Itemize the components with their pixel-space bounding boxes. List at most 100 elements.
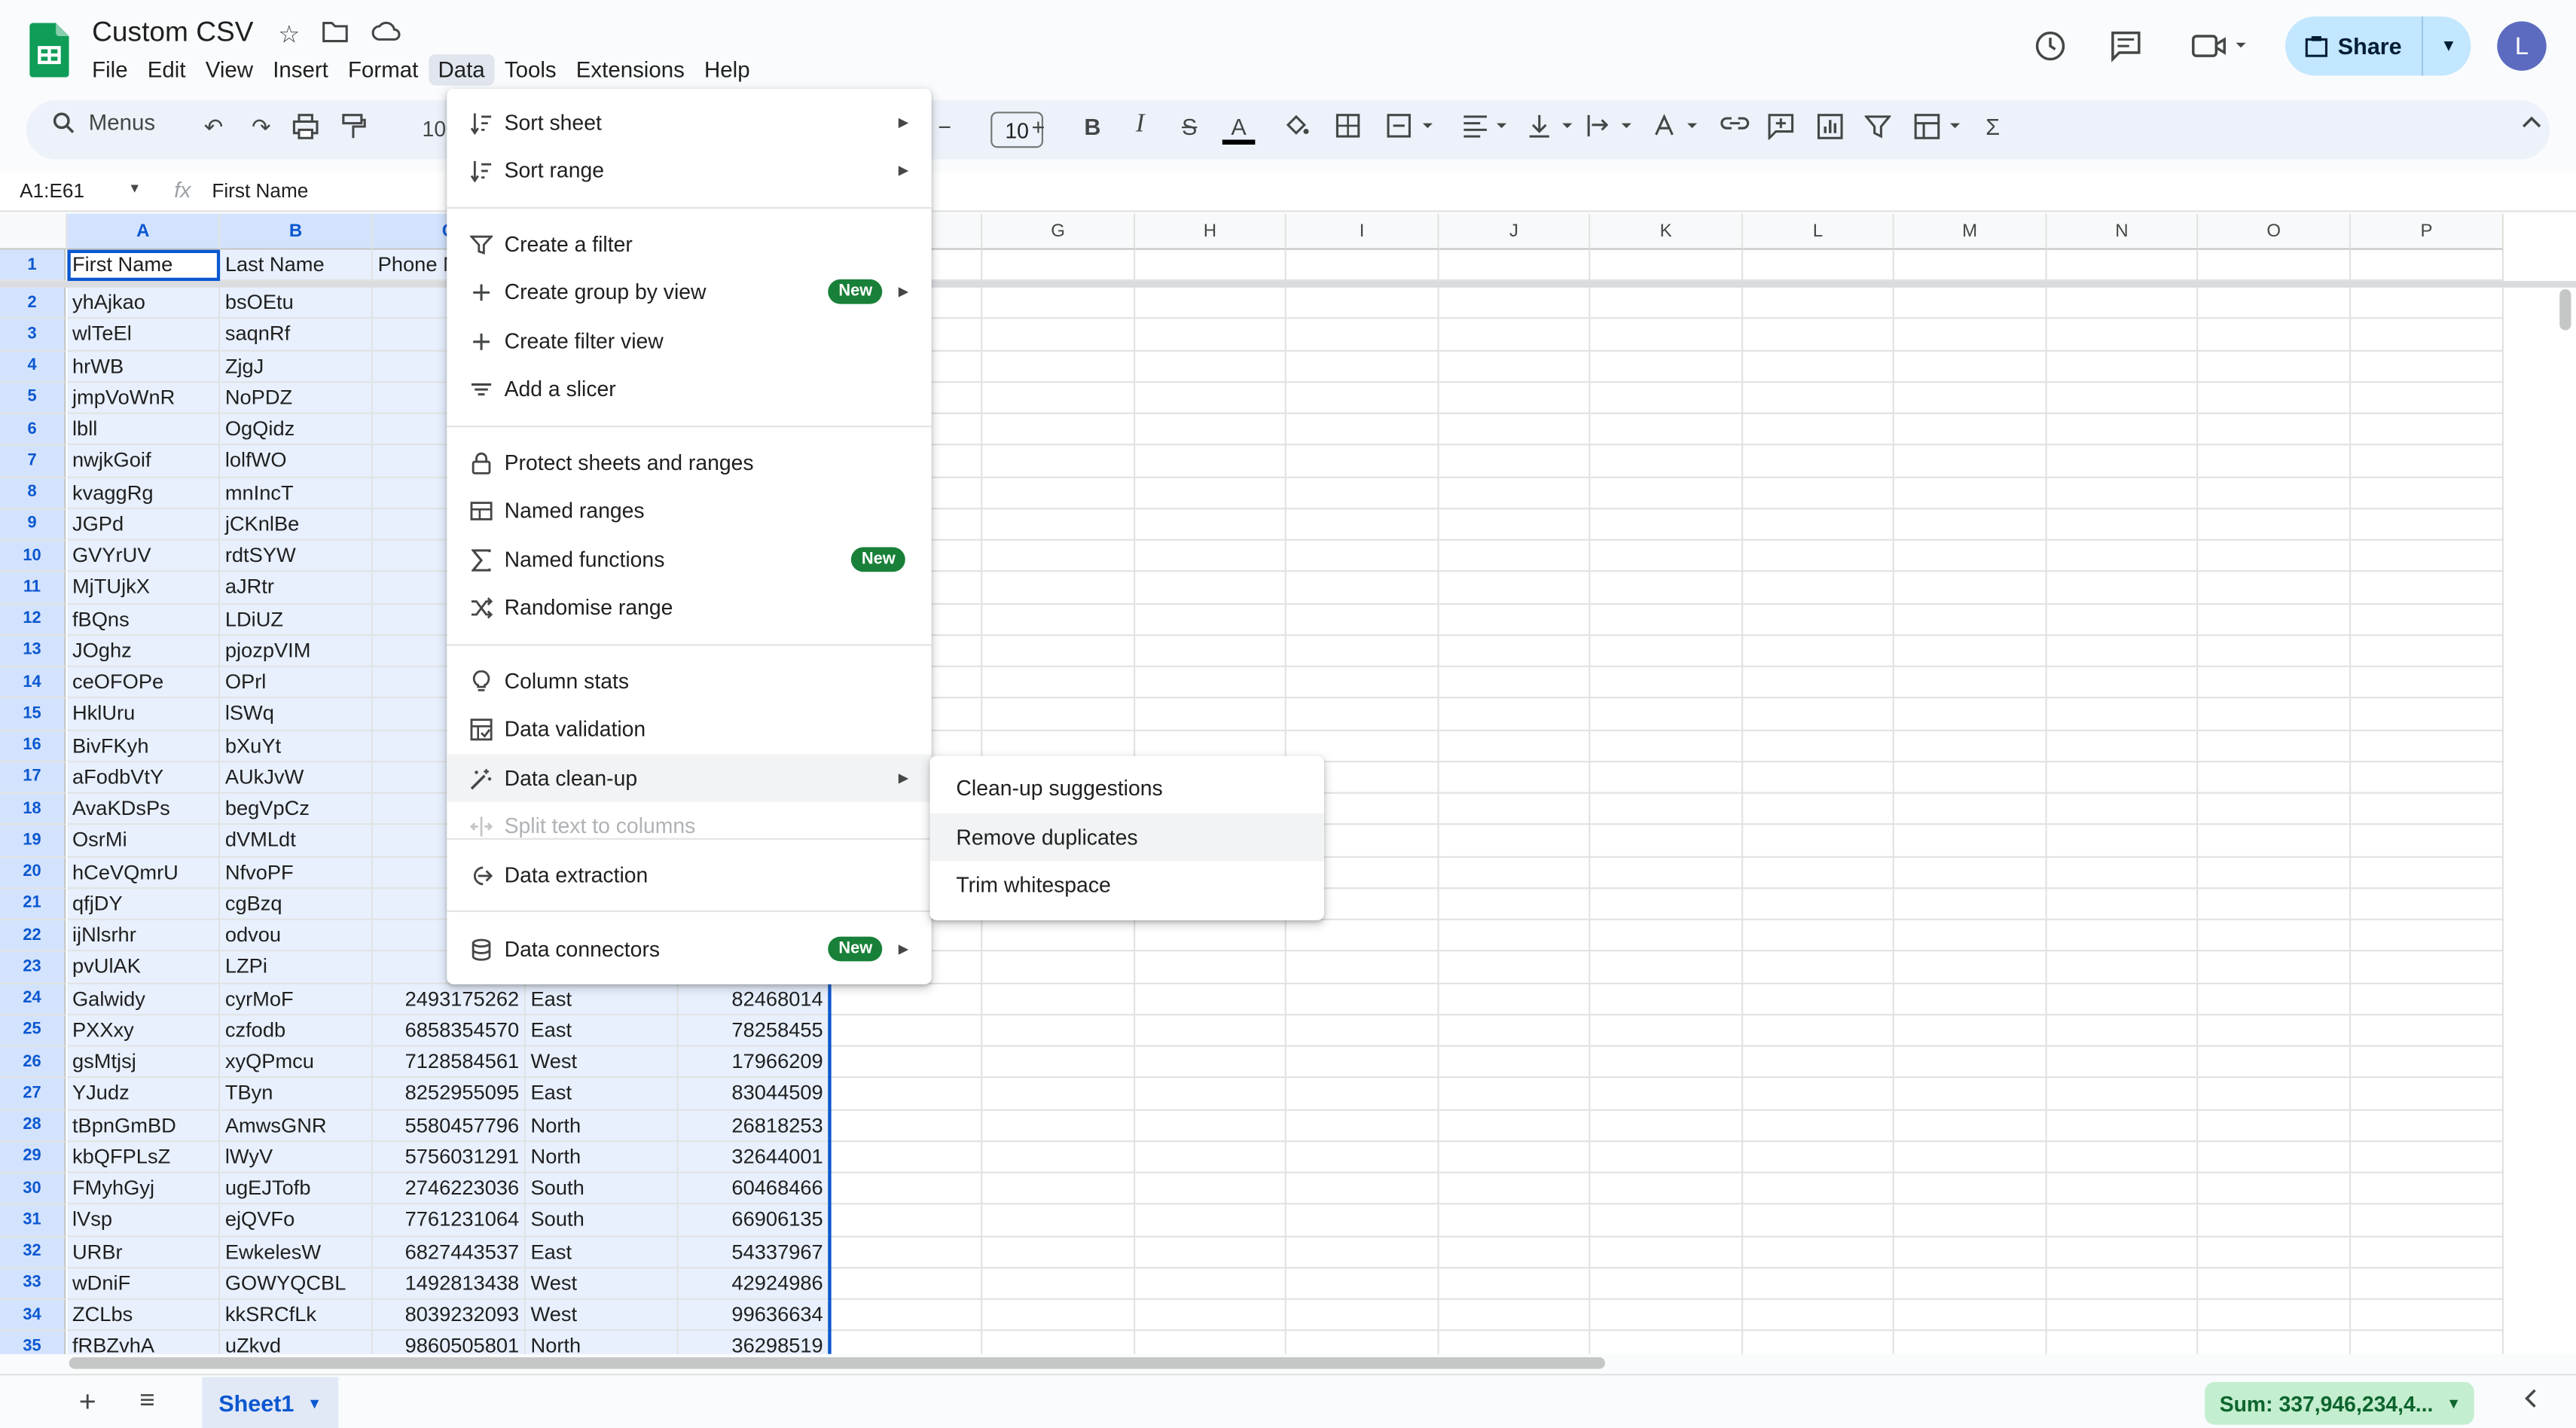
table-cell[interactable] [2046, 572, 2199, 604]
table-cell[interactable] [1286, 1236, 1439, 1268]
table-cell[interactable] [982, 667, 1136, 699]
table-cell[interactable] [1590, 761, 1744, 794]
table-cell[interactable] [1286, 1173, 1439, 1205]
table-cell[interactable] [2351, 572, 2504, 604]
table-cell[interactable]: lolfWO [220, 445, 374, 478]
table-cell[interactable] [2046, 287, 2199, 319]
table-cell[interactable]: South [525, 1204, 679, 1237]
table-cell[interactable] [2046, 540, 2199, 572]
table-cell[interactable]: 82468014 [678, 983, 830, 1015]
table-cell[interactable]: jmpVoWnR [67, 382, 221, 414]
table-cell[interactable] [1590, 888, 1744, 920]
table-cell[interactable]: fBQns [67, 603, 221, 636]
row-header[interactable]: 26 [0, 1046, 66, 1079]
menu-format[interactable]: Format [338, 54, 428, 85]
table-cell[interactable] [1135, 382, 1286, 414]
row-header[interactable]: 10 [0, 540, 66, 572]
table-cell[interactable] [1439, 572, 1591, 604]
sheets-logo-icon[interactable] [29, 23, 69, 78]
table-cell[interactable] [1743, 888, 1894, 920]
column-header-o[interactable]: O [2198, 213, 2352, 250]
table-cell[interactable]: 60468466 [678, 1173, 830, 1205]
table-cell[interactable] [2198, 825, 2352, 857]
table-cell[interactable] [1894, 445, 2047, 478]
table-cell[interactable]: East [525, 1015, 679, 1047]
table-cell[interactable] [1439, 508, 1591, 541]
table-cell[interactable] [1439, 1078, 1591, 1110]
strikethrough-icon[interactable]: S [1173, 114, 1206, 140]
all-sheets-icon[interactable]: ≡ [139, 1387, 154, 1416]
table-cell[interactable] [1743, 1109, 1894, 1142]
sum-indicator[interactable]: Sum: 337,946,234,4... ▼ [2205, 1381, 2474, 1425]
table-cell[interactable] [2046, 319, 2199, 351]
menu-item-data-clean-up[interactable]: Data clean-up ▶ [447, 754, 932, 802]
table-cell[interactable]: 83044509 [678, 1078, 830, 1110]
table-cell[interactable] [1894, 1173, 2047, 1205]
table-cell[interactable] [1590, 477, 1744, 509]
table-cell[interactable] [1894, 667, 2047, 699]
table-cell[interactable] [829, 1204, 983, 1237]
formula-input[interactable]: First Name [212, 179, 308, 203]
name-box[interactable]: A1:E61 [20, 179, 84, 203]
table-cell[interactable] [1135, 951, 1286, 984]
table-cell[interactable] [2046, 951, 2199, 984]
table-cell[interactable] [1135, 983, 1286, 1015]
table-cell[interactable] [982, 508, 1136, 541]
row-header[interactable]: 21 [0, 888, 66, 920]
row-header[interactable]: 8 [0, 477, 66, 509]
table-cell[interactable] [1743, 508, 1894, 541]
table-cell[interactable]: 9860505801 [373, 1331, 526, 1354]
document-title[interactable]: Custom CSV [92, 17, 253, 50]
table-cell[interactable] [2046, 249, 2199, 282]
table-cell[interactable] [1439, 1268, 1591, 1300]
menu-item-trim-whitespace[interactable]: Trim whitespace [930, 861, 1324, 908]
table-cell[interactable]: OsrMi [67, 825, 221, 857]
table-cell[interactable] [2046, 508, 2199, 541]
table-cell[interactable] [982, 1331, 1136, 1354]
table-cell[interactable] [1286, 508, 1439, 541]
table-cell[interactable] [1894, 572, 2047, 604]
table-cell[interactable] [1439, 635, 1591, 667]
table-cell[interactable] [1135, 508, 1286, 541]
table-cell[interactable] [2198, 445, 2352, 478]
table-cell[interactable]: gsMtjsj [67, 1046, 221, 1079]
table-cell[interactable] [1286, 603, 1439, 636]
table-cell[interactable] [1135, 1141, 1286, 1173]
table-cell[interactable] [2198, 667, 2352, 699]
table-cell[interactable] [1743, 249, 1894, 282]
table-cell[interactable]: 7128584561 [373, 1046, 526, 1079]
share-button[interactable]: Share [2285, 16, 2424, 76]
table-cell[interactable] [1135, 1299, 1286, 1332]
table-cell[interactable] [1894, 1236, 2047, 1268]
table-cell[interactable] [829, 1299, 983, 1332]
table-cell[interactable] [2047, 1331, 2199, 1354]
table-cell[interactable] [1135, 667, 1286, 699]
table-cell[interactable] [829, 1141, 983, 1173]
add-sheet-icon[interactable]: + [79, 1385, 96, 1420]
table-cell[interactable]: 2746223036 [373, 1173, 526, 1205]
table-cell[interactable]: JOghz [67, 635, 221, 667]
select-all-corner[interactable] [0, 213, 68, 250]
row-header[interactable]: 25 [0, 1015, 66, 1047]
table-cell[interactable] [1439, 1236, 1591, 1268]
table-cell[interactable] [2046, 1236, 2199, 1268]
row-header[interactable]: 4 [0, 350, 66, 383]
table-cell[interactable] [1894, 698, 2047, 731]
row-header[interactable]: 6 [0, 413, 66, 446]
table-cell[interactable]: uZkvd [220, 1331, 374, 1354]
vertical-scrollbar[interactable] [2559, 289, 2571, 331]
table-cell[interactable] [1743, 572, 1894, 604]
table-cell[interactable] [1894, 413, 2047, 446]
menu-item-remove-duplicates[interactable]: Remove duplicates [929, 813, 1324, 862]
table-cell[interactable] [2351, 1331, 2504, 1354]
table-cell[interactable] [1135, 1078, 1286, 1110]
column-header-i[interactable]: I [1286, 213, 1439, 250]
table-cell[interactable]: 26818253 [678, 1109, 830, 1142]
table-cell[interactable]: cyrMoF [220, 983, 374, 1015]
table-cell[interactable] [2198, 1046, 2352, 1079]
table-cell[interactable] [2046, 1299, 2199, 1332]
table-cell[interactable] [1439, 920, 1591, 952]
table-cell[interactable] [2351, 1141, 2504, 1173]
row-header[interactable]: 16 [0, 730, 66, 762]
table-cell[interactable] [2046, 983, 2199, 1015]
